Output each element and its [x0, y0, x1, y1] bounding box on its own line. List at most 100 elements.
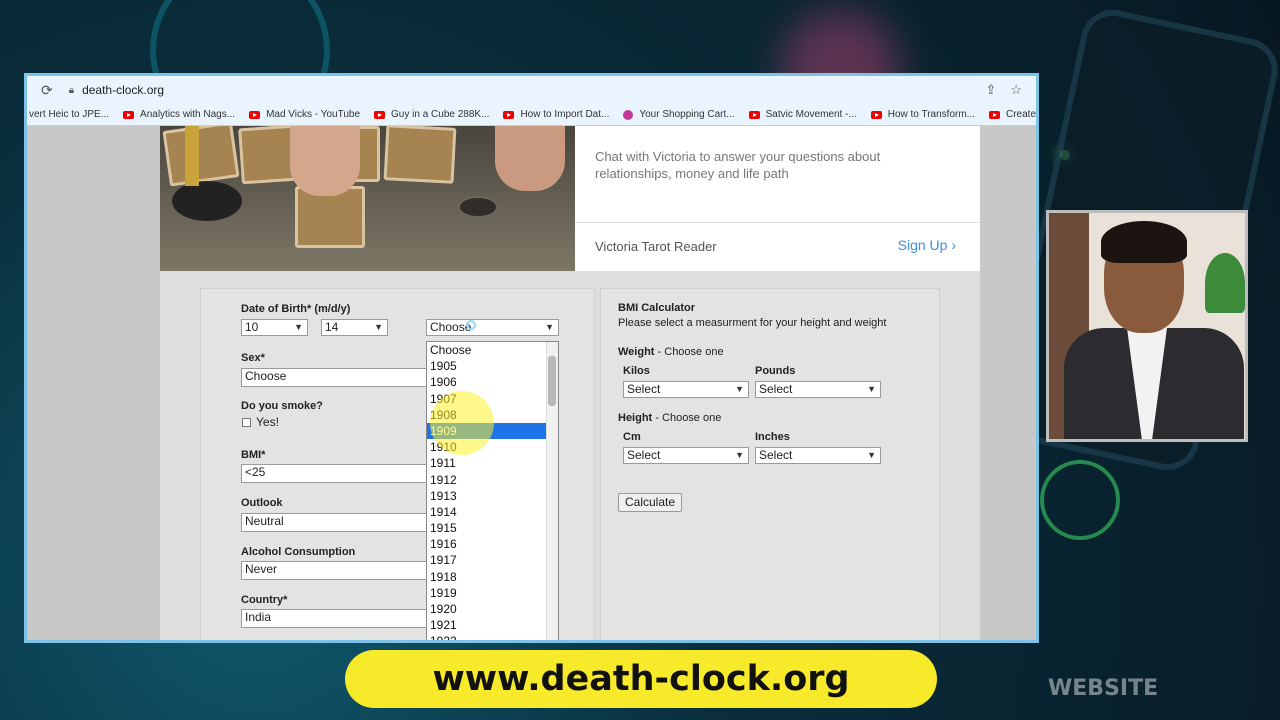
- presenter-hair: [1101, 221, 1187, 263]
- lock-icon[interactable]: 🔒︎: [69, 85, 74, 96]
- bookmark-item[interactable]: How to Transform...: [870, 109, 975, 120]
- bookmark-item[interactable]: Analytics with Nags...: [123, 109, 235, 120]
- outlook-label: Outlook: [241, 497, 283, 509]
- bookmark-label: vert Heic to JPE...: [29, 109, 110, 120]
- chevron-down-icon: ▼: [294, 322, 303, 332]
- page-content: Chat with Victoria to answer your questi…: [27, 126, 1036, 640]
- share-icon[interactable]: ⇪: [985, 82, 996, 98]
- year-option[interactable]: 1916: [427, 536, 546, 552]
- chevron-down-icon: ▼: [867, 384, 876, 394]
- year-option[interactable]: 1914: [427, 504, 546, 520]
- weight-heading: Weight - Choose one: [618, 346, 724, 358]
- outlook-select[interactable]: Neutral: [241, 513, 427, 532]
- year-option[interactable]: 1920: [427, 601, 546, 617]
- bookmark-item[interactable]: Create Target Line f...: [989, 109, 1036, 120]
- height-heading: Height - Choose one: [618, 412, 721, 424]
- year-option[interactable]: 1915: [427, 520, 546, 536]
- year-option[interactable]: 1911: [427, 455, 546, 471]
- bmi-value: <25: [245, 465, 266, 479]
- youtube-icon: [249, 110, 261, 119]
- bookmark-item[interactable]: vert Heic to JPE...: [29, 109, 109, 120]
- url-text[interactable]: death-clock.org: [82, 83, 985, 97]
- bmi-select[interactable]: <25: [241, 464, 427, 483]
- alcohol-select[interactable]: Never: [241, 561, 427, 580]
- sex-select[interactable]: Choose: [241, 368, 427, 387]
- country-select[interactable]: India: [241, 609, 427, 628]
- cm-label: Cm: [623, 431, 641, 443]
- kilos-value: Select: [627, 382, 661, 396]
- year-option[interactable]: 1912: [427, 472, 546, 488]
- ad-panel[interactable]: Chat with Victoria to answer your questi…: [575, 126, 980, 271]
- dob-day-select[interactable]: 14 ▼: [321, 319, 388, 336]
- smoke-option-label: Yes!: [256, 415, 279, 429]
- hand: [290, 126, 360, 196]
- youtube-icon: [123, 110, 135, 119]
- scrollbar-thumb[interactable]: [548, 356, 556, 406]
- dob-month-select[interactable]: 10 ▼: [241, 319, 308, 336]
- alcohol-label: Alcohol Consumption: [241, 546, 356, 558]
- kilos-label: Kilos: [623, 365, 650, 377]
- reload-icon[interactable]: ⟳: [41, 82, 53, 99]
- inches-value: Select: [759, 448, 793, 462]
- bookmarks-bar: vert Heic to JPE... Analytics with Nags.…: [27, 104, 1036, 126]
- bookmark-label: How to Import Dat...: [520, 109, 610, 120]
- bookmark-item[interactable]: How to Import Dat...: [503, 109, 609, 120]
- year-option[interactable]: 1906: [427, 374, 546, 390]
- shop-icon: [623, 109, 634, 120]
- bookmark-label: Create Target Line f...: [1006, 109, 1036, 120]
- tarot-card: [383, 126, 457, 184]
- year-option[interactable]: 1922: [427, 633, 546, 640]
- bookmark-star-icon[interactable]: ☆: [1010, 82, 1022, 98]
- year-dropdown-list[interactable]: Choose1905190619071908190919101911191219…: [426, 341, 559, 640]
- dob-day-value: 14: [325, 320, 339, 334]
- year-option[interactable]: 1917: [427, 552, 546, 568]
- weight-hint: - Choose one: [654, 346, 724, 358]
- bmi-calculator-subtitle: Please select a measurment for your heig…: [618, 317, 887, 329]
- calculate-button[interactable]: Calculate: [618, 493, 683, 512]
- hand: [495, 126, 565, 191]
- weight-label: Weight: [618, 346, 655, 358]
- year-option[interactable]: 1918: [427, 569, 546, 585]
- signup-link[interactable]: Sign Up ›: [898, 237, 956, 253]
- outlook-value: Neutral: [245, 514, 284, 528]
- chevron-down-icon: ▼: [374, 322, 383, 332]
- dob-year-select[interactable]: Choose ▼: [426, 319, 559, 336]
- bookmark-item[interactable]: Mad Vicks - YouTube: [249, 109, 360, 120]
- bookmark-label: How to Transform...: [887, 109, 975, 120]
- youtube-icon: [870, 110, 882, 119]
- inches-select[interactable]: Select ▼: [755, 447, 881, 464]
- address-bar: ⟳ 🔒︎ death-clock.org ⇪ ☆: [27, 76, 1036, 104]
- bookmark-item[interactable]: Guy in a Cube 288K...: [374, 109, 489, 120]
- bookmark-item[interactable]: Satvic Movement -...: [748, 109, 857, 120]
- ad-image[interactable]: [160, 126, 575, 271]
- cm-select[interactable]: Select ▼: [623, 447, 749, 464]
- year-options: Choose1905190619071908190919101911191219…: [427, 342, 558, 640]
- pounds-label: Pounds: [755, 365, 796, 377]
- background-ring-green: [1040, 460, 1120, 540]
- country-value: India: [245, 610, 272, 624]
- form-area: Date of Birth* (m/d/y) 10 ▼ 14 ▼ Choose ▼ S…: [160, 271, 980, 640]
- bookmark-label: Your Shopping Cart...: [639, 109, 735, 120]
- alcohol-value: Never: [245, 562, 278, 576]
- site-url-banner: www.death-clock.org: [345, 650, 937, 708]
- pounds-select[interactable]: Select ▼: [755, 381, 881, 398]
- youtube-icon: [374, 110, 386, 119]
- coin: [458, 196, 498, 218]
- dropdown-scrollbar[interactable]: [546, 342, 558, 640]
- candle-base: [172, 181, 242, 221]
- year-option[interactable]: 1913: [427, 488, 546, 504]
- kilos-select[interactable]: Select ▼: [623, 381, 749, 398]
- bookmark-item[interactable]: Your Shopping Cart...: [623, 109, 735, 120]
- smoke-checkbox[interactable]: [242, 418, 251, 427]
- year-option[interactable]: 1905: [427, 358, 546, 374]
- year-option[interactable]: 1921: [427, 617, 546, 633]
- youtube-icon: [748, 110, 760, 119]
- year-option[interactable]: 1919: [427, 585, 546, 601]
- website-tag: WEBSITE: [1048, 676, 1159, 701]
- chevron-down-icon: ▼: [735, 450, 744, 460]
- year-option[interactable]: Choose: [427, 342, 546, 358]
- chevron-down-icon: ▼: [867, 450, 876, 460]
- cm-value: Select: [627, 448, 661, 462]
- chevron-down-icon: ▼: [545, 322, 554, 332]
- dob-label: Date of Birth* (m/d/y): [241, 303, 351, 315]
